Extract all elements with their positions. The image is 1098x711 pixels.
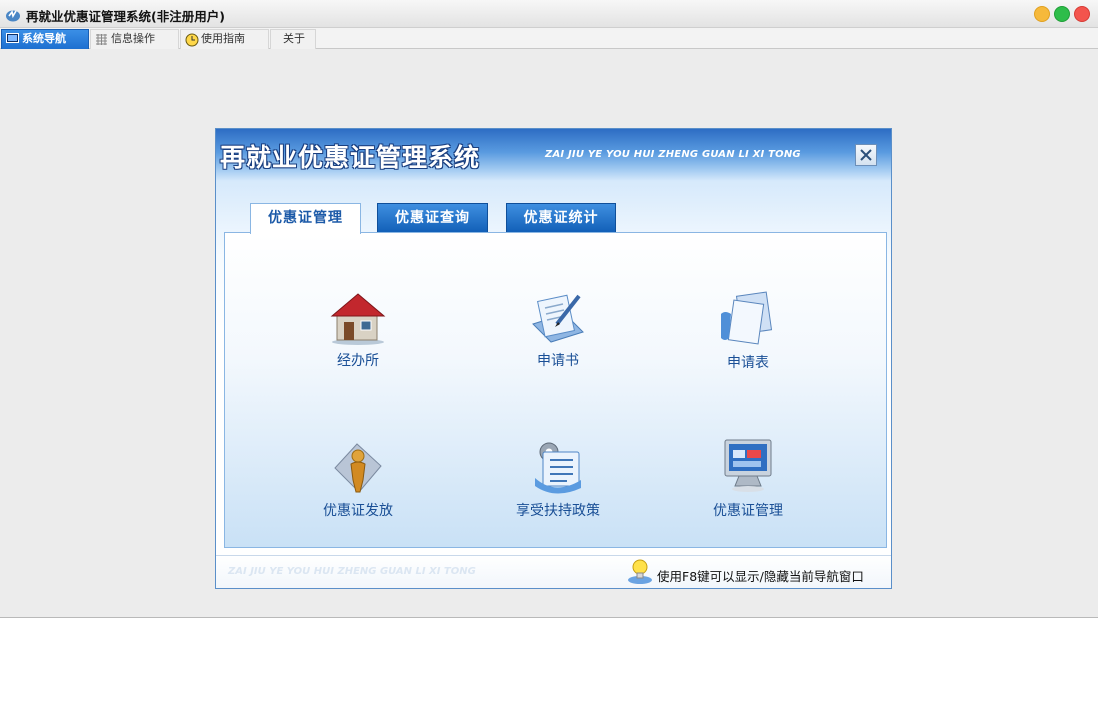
tab-about[interactable]: 关于 (270, 29, 316, 49)
tab-system-navigation[interactable]: 系统导航 (1, 29, 89, 49)
panel-footer: ZAI JIU YE YOU HUI ZHENG GUAN LI XI TONG… (216, 555, 891, 588)
item-support-policy[interactable]: 享受扶持政策 (483, 438, 633, 520)
maximize-button[interactable] (1054, 6, 1070, 22)
item-voucher-management[interactable]: 优惠证管理 (673, 438, 823, 520)
document-pen-icon (532, 294, 584, 343)
computer-monitor-icon (724, 439, 772, 492)
person-icon (334, 443, 382, 493)
tab-user-guide[interactable]: 使用指南 (180, 29, 269, 49)
settings-document-icon (535, 442, 581, 494)
app-window: 再就业优惠证管理系统(非注册用户) 系统导航 信息操作 使用指南 关于 再就业优… (0, 0, 1098, 618)
main-tab-bar: 系统导航 信息操作 使用指南 关于 (0, 28, 1098, 49)
close-button[interactable] (1074, 6, 1090, 22)
function-grid: 经办所 申请书 申请表 优惠证发放 享受扶持政策 优惠证管理 (224, 232, 887, 548)
tab-label: 使用指南 (201, 32, 245, 45)
tab-info-operations[interactable]: 信息操作 (90, 29, 179, 49)
minimize-button[interactable] (1034, 6, 1050, 22)
item-application-letter[interactable]: 申请书 (483, 290, 633, 370)
panel-title: 再就业优惠证管理系统 (220, 143, 481, 172)
tab-label: 关于 (283, 32, 305, 45)
item-label: 优惠证管理 (713, 503, 783, 519)
footer-subtitle: ZAI JIU YE YOU HUI ZHENG GUAN LI XI TONG (228, 566, 476, 577)
app-logo-icon (5, 7, 21, 22)
item-voucher-issuance[interactable]: 优惠证发放 (283, 438, 433, 520)
item-label: 享受扶持政策 (516, 503, 600, 519)
item-label: 申请表 (727, 355, 769, 371)
grid-icon (95, 33, 108, 45)
clock-icon (185, 33, 199, 47)
documents-icon (721, 291, 773, 345)
footer-hint: 使用F8键可以显示/隐藏当前导航窗口 (657, 569, 864, 584)
house-icon (330, 293, 386, 345)
tab-voucher-statistics[interactable]: 优惠证统计 (506, 203, 616, 233)
close-icon (860, 149, 872, 161)
tab-voucher-query[interactable]: 优惠证查询 (377, 203, 488, 233)
item-application-form[interactable]: 申请表 (673, 290, 823, 372)
title-bar: 再就业优惠证管理系统(非注册用户) (0, 0, 1098, 28)
tab-voucher-management[interactable]: 优惠证管理 (250, 203, 361, 234)
window-title: 再就业优惠证管理系统(非注册用户) (26, 9, 225, 24)
item-label: 优惠证发放 (323, 503, 393, 519)
item-agency[interactable]: 经办所 (283, 290, 433, 370)
tab-label: 系统导航 (22, 32, 66, 45)
item-label: 经办所 (337, 353, 379, 369)
tab-label: 信息操作 (111, 32, 155, 45)
lightbulb-icon (626, 558, 654, 586)
navigation-panel: 再就业优惠证管理系统 ZAI JIU YE YOU HUI ZHENG GUAN… (215, 128, 892, 589)
panel-subtitle: ZAI JIU YE YOU HUI ZHENG GUAN LI XI TONG (545, 149, 801, 160)
panel-header: 再就业优惠证管理系统 ZAI JIU YE YOU HUI ZHENG GUAN… (216, 129, 891, 181)
panel-close-button[interactable] (855, 144, 877, 166)
item-label: 申请书 (537, 353, 579, 369)
monitor-icon (6, 33, 19, 45)
